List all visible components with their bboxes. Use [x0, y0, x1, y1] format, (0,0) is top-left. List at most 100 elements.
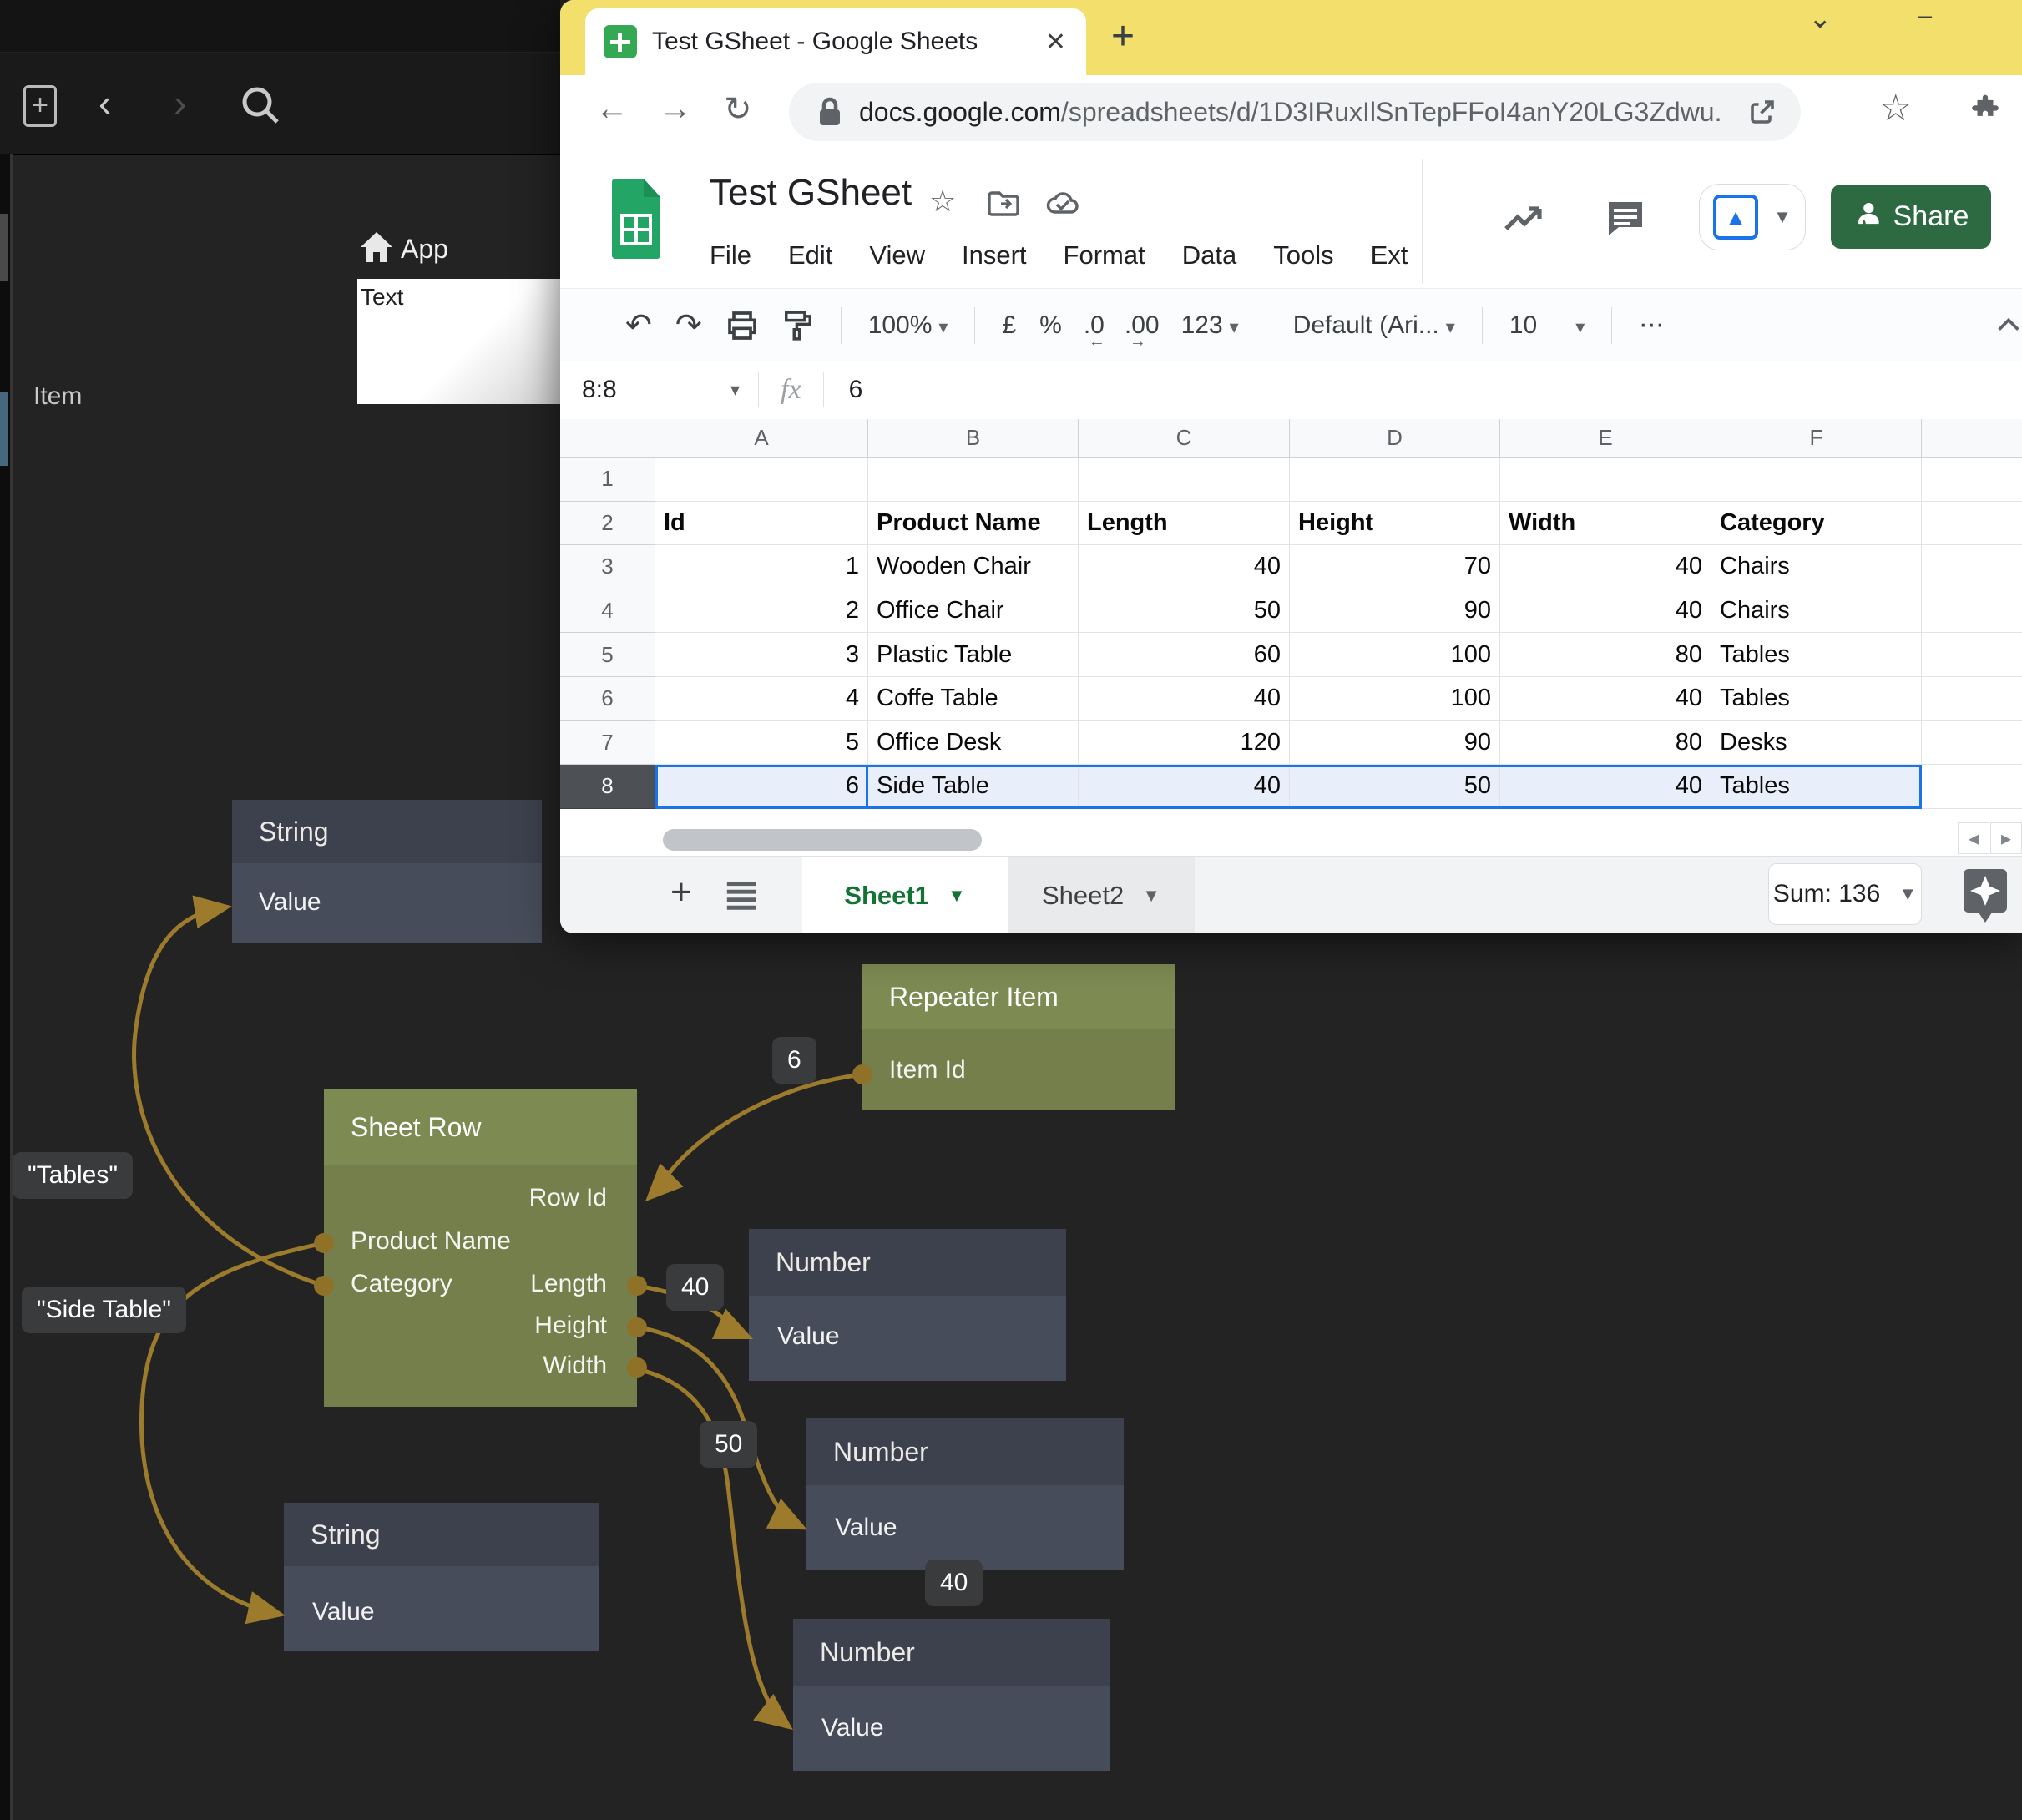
node-string-top[interactable]: String Value	[232, 800, 542, 943]
star-doc-icon[interactable]: ☆	[929, 184, 956, 219]
fx-icon: fx	[781, 374, 801, 406]
present-button[interactable]: ▲ ▼	[1699, 184, 1806, 250]
app-root-label[interactable]: App	[401, 234, 448, 265]
extensions-icon[interactable]	[1969, 94, 2001, 125]
add-node-icon[interactable]: +	[23, 85, 57, 127]
present-caret-icon[interactable]: ▼	[1773, 206, 1792, 228]
paint-format-icon[interactable]	[782, 309, 814, 342]
share-button[interactable]: Share	[1831, 185, 1991, 249]
port-item-id[interactable]: Item Id	[889, 1056, 966, 1084]
font-select[interactable]: Default (Ari...▾	[1293, 311, 1455, 340]
add-sheet-icon[interactable]: +	[670, 872, 692, 913]
percent-format-button[interactable]: %	[1039, 311, 1062, 340]
name-box[interactable]: 8:8	[582, 376, 724, 404]
menu-insert[interactable]: Insert	[962, 240, 1027, 270]
menu-tools[interactable]: Tools	[1273, 240, 1333, 270]
move-folder-icon[interactable]	[988, 190, 1019, 217]
port-height[interactable]: Height	[534, 1312, 607, 1340]
window-minimize-icon[interactable]: −	[1917, 2, 1934, 34]
share-page-icon[interactable]	[1747, 97, 1777, 127]
port-value[interactable]: Value	[821, 1714, 884, 1742]
col-header-d[interactable]: D	[1290, 419, 1500, 458]
forward-icon[interactable]: ›	[174, 83, 186, 122]
sheet-tab-sheet1[interactable]: Sheet1▼	[802, 857, 1008, 933]
tab-close-icon[interactable]: ✕	[1045, 28, 1066, 57]
menu-view[interactable]: View	[869, 240, 925, 270]
table-row[interactable]: 2 Id Product Name Length Height Width Ca…	[560, 502, 2022, 546]
sum-status-badge[interactable]: Sum: 136▼	[1768, 863, 1922, 925]
scroll-right-icon[interactable]: ▸	[1990, 822, 2022, 854]
name-box-caret-icon[interactable]: ▾	[730, 379, 740, 401]
decrease-decimals-button[interactable]: .0←	[1084, 311, 1105, 340]
port-category[interactable]: Category	[351, 1270, 452, 1298]
text-widget-preview[interactable]: Text	[357, 279, 560, 404]
explore-sparkle-icon[interactable]	[1962, 867, 2009, 924]
increase-decimals-button[interactable]: .00→	[1125, 311, 1160, 340]
port-value[interactable]: Value	[312, 1598, 375, 1626]
spreadsheet-grid[interactable]: A B C D E F 1 2 Id Product Name Length H…	[560, 419, 2022, 822]
port-value[interactable]: Value	[835, 1514, 897, 1542]
table-row-selected[interactable]: 8 6 Side Table 40 50 40 Tables	[560, 765, 2022, 809]
new-tab-icon[interactable]: +	[1111, 13, 1135, 59]
table-row[interactable]: 6 4 Coffe Table 40 100 40 Tables	[560, 677, 2022, 721]
back-icon[interactable]: ‹	[99, 83, 111, 122]
table-row[interactable]: 5 3 Plastic Table 60 100 80 Tables	[560, 633, 2022, 677]
cloud-saved-icon[interactable]	[1046, 190, 1079, 217]
col-header-a[interactable]: A	[655, 419, 868, 458]
sheet1-menu-icon[interactable]: ▼	[948, 885, 966, 907]
node-string-bottom[interactable]: String Value	[284, 1503, 599, 1651]
url-bar[interactable]: docs.google.com/spreadsheets/d/1D3IRuxIl…	[789, 83, 1801, 141]
node-number-height[interactable]: Number Value	[806, 1418, 1124, 1570]
node-repeater-item[interactable]: Repeater Item Item Id	[862, 964, 1175, 1110]
col-header-b[interactable]: B	[868, 419, 1079, 458]
component-item-label[interactable]: Item	[33, 382, 82, 411]
browser-reload-icon[interactable]: ↻	[724, 90, 752, 129]
print-icon[interactable]	[725, 309, 759, 342]
all-sheets-icon[interactable]	[724, 878, 759, 912]
port-row-id[interactable]: Row Id	[529, 1184, 607, 1212]
port-value[interactable]: Value	[777, 1322, 840, 1351]
table-row[interactable]: 7 5 Office Desk 120 90 80 Desks	[560, 721, 2022, 766]
search-icon[interactable]	[239, 83, 282, 131]
horizontal-scrollbar[interactable]	[663, 829, 982, 851]
menu-file[interactable]: File	[710, 240, 751, 270]
font-size-select[interactable]: 10▾	[1509, 311, 1585, 340]
sheet2-menu-icon[interactable]: ▼	[1142, 885, 1160, 907]
browser-back-icon[interactable]: ←	[595, 90, 629, 128]
zoom-select[interactable]: 100%▾	[868, 311, 948, 340]
doc-title[interactable]: Test GSheet	[710, 172, 912, 214]
insights-icon[interactable]	[1503, 202, 1549, 235]
menu-format[interactable]: Format	[1064, 240, 1145, 270]
bookmark-star-icon[interactable]: ☆	[1879, 87, 1912, 129]
formula-input[interactable]: 6	[849, 376, 863, 404]
node-number-length[interactable]: Number Value	[749, 1229, 1066, 1381]
browser-forward-icon[interactable]: →	[659, 90, 692, 128]
currency-format-button[interactable]: £	[1002, 311, 1016, 340]
col-header-f[interactable]: F	[1711, 419, 1922, 458]
scroll-left-icon[interactable]: ◂	[1958, 822, 1989, 854]
corner-header[interactable]	[560, 419, 655, 458]
node-sheet-row[interactable]: Sheet Row Row Id Product Name Category L…	[324, 1089, 637, 1407]
table-row[interactable]: 1	[560, 458, 2022, 502]
number-format-select[interactable]: 123▾	[1181, 311, 1239, 340]
port-value[interactable]: Value	[259, 888, 321, 917]
menu-edit[interactable]: Edit	[788, 240, 832, 270]
port-product-name[interactable]: Product Name	[351, 1227, 511, 1256]
undo-icon[interactable]: ↶	[625, 306, 652, 344]
sheet-tab-sheet2[interactable]: Sheet2▼	[1008, 857, 1195, 933]
comment-icon[interactable]	[1604, 197, 1647, 240]
browser-tab[interactable]: Test GSheet - Google Sheets ✕	[585, 8, 1086, 75]
node-number-width[interactable]: Number Value	[793, 1619, 1110, 1771]
window-chevron-icon[interactable]: ⌄	[1808, 2, 1832, 35]
collapse-toolbar-icon[interactable]	[1994, 312, 2022, 337]
more-toolbar-button[interactable]: ⋯	[1639, 311, 1664, 340]
port-width[interactable]: Width	[543, 1352, 607, 1380]
table-row[interactable]: 4 2 Office Chair 50 90 40 Chairs	[560, 589, 2022, 634]
menu-extensions[interactable]: Ext	[1371, 240, 1408, 270]
menu-data[interactable]: Data	[1182, 240, 1236, 270]
redo-icon[interactable]: ↷	[675, 306, 702, 344]
table-row[interactable]: 3 1 Wooden Chair 40 70 40 Chairs	[560, 545, 2022, 589]
port-length[interactable]: Length	[530, 1270, 607, 1298]
col-header-e[interactable]: E	[1500, 419, 1711, 458]
col-header-c[interactable]: C	[1079, 419, 1290, 458]
